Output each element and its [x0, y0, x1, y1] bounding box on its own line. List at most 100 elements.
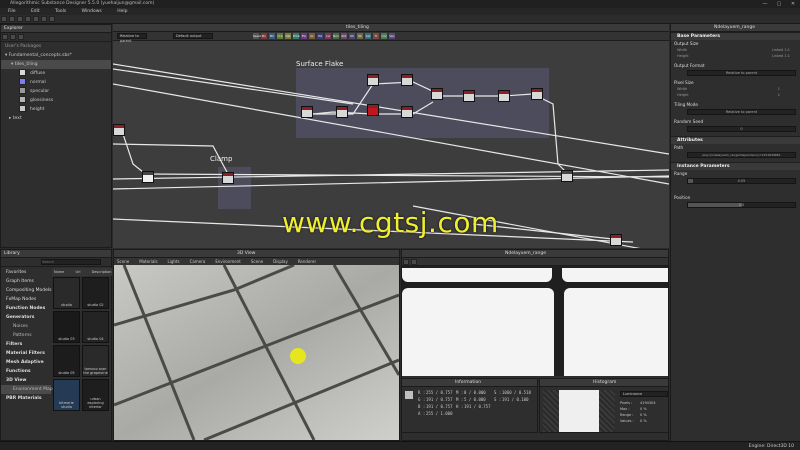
save-all-icon[interactable] — [25, 16, 31, 22]
package-item[interactable]: ▾ Fundamental_concepts.sbs* — [1, 51, 111, 60]
view3d-menu-item[interactable]: Scene — [251, 259, 263, 264]
graph-node[interactable] — [222, 172, 234, 184]
environment-map-thumb[interactable]: bitmerie studio — [53, 379, 80, 411]
frame-title-clamp[interactable]: Clamp — [210, 155, 232, 163]
environment-map-thumb[interactable]: studio 02 — [82, 277, 109, 309]
library-category[interactable]: FxMap Nodes — [1, 295, 51, 304]
text-item[interactable]: ▸ text — [1, 114, 111, 123]
library-category[interactable]: Environment Maps — [1, 385, 55, 394]
range-slider[interactable]: 0.05 — [687, 178, 796, 184]
graph-node[interactable] — [610, 234, 622, 246]
pixel-height-value[interactable]: 1 — [778, 92, 780, 98]
graph-node[interactable] — [561, 170, 573, 182]
maximize-button[interactable]: ▢ — [772, 0, 786, 8]
library-category[interactable]: Graph Items — [1, 277, 51, 286]
output-item[interactable]: normal — [1, 78, 111, 87]
channel-select[interactable]: Luminance — [620, 391, 668, 397]
3d-view-title: 3D View — [237, 251, 256, 256]
open-file-icon[interactable] — [9, 16, 15, 22]
save-icon[interactable] — [17, 16, 23, 22]
redo-icon[interactable] — [41, 16, 47, 22]
graph-node[interactable] — [301, 106, 313, 118]
environment-map-thumb[interactable]: studio 05 — [53, 345, 80, 377]
close-button[interactable]: ✕ — [786, 0, 800, 8]
output-item[interactable]: height — [1, 105, 111, 114]
environment-map-thumb[interactable]: urban exploring interior — [82, 379, 109, 411]
graph-node[interactable] — [336, 106, 348, 118]
menu-file[interactable]: File — [8, 9, 16, 14]
channel-icon[interactable] — [403, 259, 409, 265]
menu-edit[interactable]: Edit — [31, 9, 40, 14]
graph-node-selected[interactable] — [367, 104, 379, 116]
library-search-input[interactable] — [41, 259, 101, 265]
library-category[interactable]: Patterns — [1, 331, 51, 340]
environment-map-thumb[interactable]: studio — [53, 277, 80, 309]
graph-node[interactable] — [401, 74, 413, 86]
output-height-value[interactable]: Linked 1:1 — [772, 53, 790, 59]
library-panel: Library Favorites Graph Items Compositing … — [0, 249, 112, 441]
section-attributes[interactable]: Attributes — [671, 136, 800, 144]
graph-node[interactable] — [498, 90, 510, 102]
graph-node[interactable] — [142, 171, 154, 183]
view3d-menu-item[interactable]: Environment — [215, 259, 241, 264]
menu-help[interactable]: Help — [117, 9, 127, 14]
3d-view-header: 3D View — [114, 250, 399, 258]
graph-node[interactable] — [401, 106, 413, 118]
column-name[interactable]: Name — [54, 270, 64, 274]
position-slider[interactable]: 0.5 — [687, 202, 796, 208]
graph-node[interactable] — [463, 90, 475, 102]
import-icon[interactable] — [18, 34, 24, 40]
graph-item[interactable]: ▾ tiles_tiling — [1, 60, 111, 69]
menu-windows[interactable]: Windows — [82, 9, 102, 14]
layout-icon[interactable] — [49, 16, 55, 22]
graph-node[interactable] — [431, 88, 443, 100]
view3d-menu-item[interactable]: Renderer — [298, 259, 316, 264]
output-item[interactable]: glossiness — [1, 96, 111, 105]
section-base-parameters[interactable]: Base Parameters — [671, 32, 800, 40]
library-category[interactable]: Generators — [1, 313, 51, 322]
column-url[interactable]: Url — [75, 270, 80, 274]
menu-tools[interactable]: Tools — [55, 9, 66, 14]
view3d-menu-item[interactable]: Materials — [139, 259, 157, 264]
2d-viewport[interactable] — [402, 266, 668, 376]
undo-icon[interactable] — [33, 16, 39, 22]
explorer-toolbar — [1, 33, 111, 42]
graph-node[interactable] — [367, 74, 379, 86]
library-category[interactable]: Functions — [1, 367, 51, 376]
library-category[interactable]: Noises — [1, 322, 51, 331]
minimize-button[interactable]: — — [758, 0, 772, 8]
3d-viewport[interactable] — [114, 265, 399, 440]
environment-map-thumb[interactable]: tomoco over the grapevine — [82, 345, 109, 377]
output-item[interactable]: specular — [1, 87, 111, 96]
surface-flake-frame[interactable] — [296, 68, 549, 138]
library-category[interactable]: Function Nodes — [1, 304, 51, 313]
view3d-menu-item[interactable]: Display — [273, 259, 288, 264]
output-item[interactable]: diffuse — [1, 69, 111, 78]
column-description[interactable]: Description — [92, 270, 112, 274]
graph-node[interactable] — [113, 124, 125, 136]
view3d-menu-item[interactable]: Camera — [190, 259, 206, 264]
new-graph-icon[interactable] — [2, 34, 8, 40]
library-category[interactable]: 3D View — [1, 376, 51, 385]
view3d-menu-item[interactable]: Lights — [168, 259, 180, 264]
environment-map-thumb[interactable]: studio 04 — [82, 311, 109, 343]
tiling-icon[interactable] — [411, 259, 417, 265]
random-seed-field[interactable]: 0 — [687, 126, 796, 132]
section-instance-parameters[interactable]: Instance Parameters — [671, 162, 800, 170]
tiling-mode-select[interactable]: Relative to parent — [687, 109, 796, 115]
library-category[interactable]: PBR Materials — [1, 394, 51, 403]
path-field[interactable]: pkg:///ndelayuem_range?dependency=125183… — [687, 152, 796, 158]
library-category[interactable]: Compositing Models — [1, 286, 52, 295]
library-category[interactable]: Mesh Adaptive — [1, 358, 51, 367]
view3d-menu-item[interactable]: Scene — [117, 259, 129, 264]
output-swatch-icon — [19, 96, 26, 103]
library-category[interactable]: Favorites — [1, 268, 51, 277]
output-format-select[interactable]: Relative to parent — [687, 70, 796, 76]
environment-map-thumb[interactable]: studio 03 — [53, 311, 80, 343]
new-file-icon[interactable] — [1, 16, 7, 22]
library-category[interactable]: Material Filters — [1, 349, 51, 358]
frame-title-surface-flake[interactable]: Surface Flake — [296, 60, 343, 68]
graph-node[interactable] — [531, 88, 543, 100]
library-category[interactable]: Filters — [1, 340, 51, 349]
play-icon[interactable] — [10, 34, 16, 40]
